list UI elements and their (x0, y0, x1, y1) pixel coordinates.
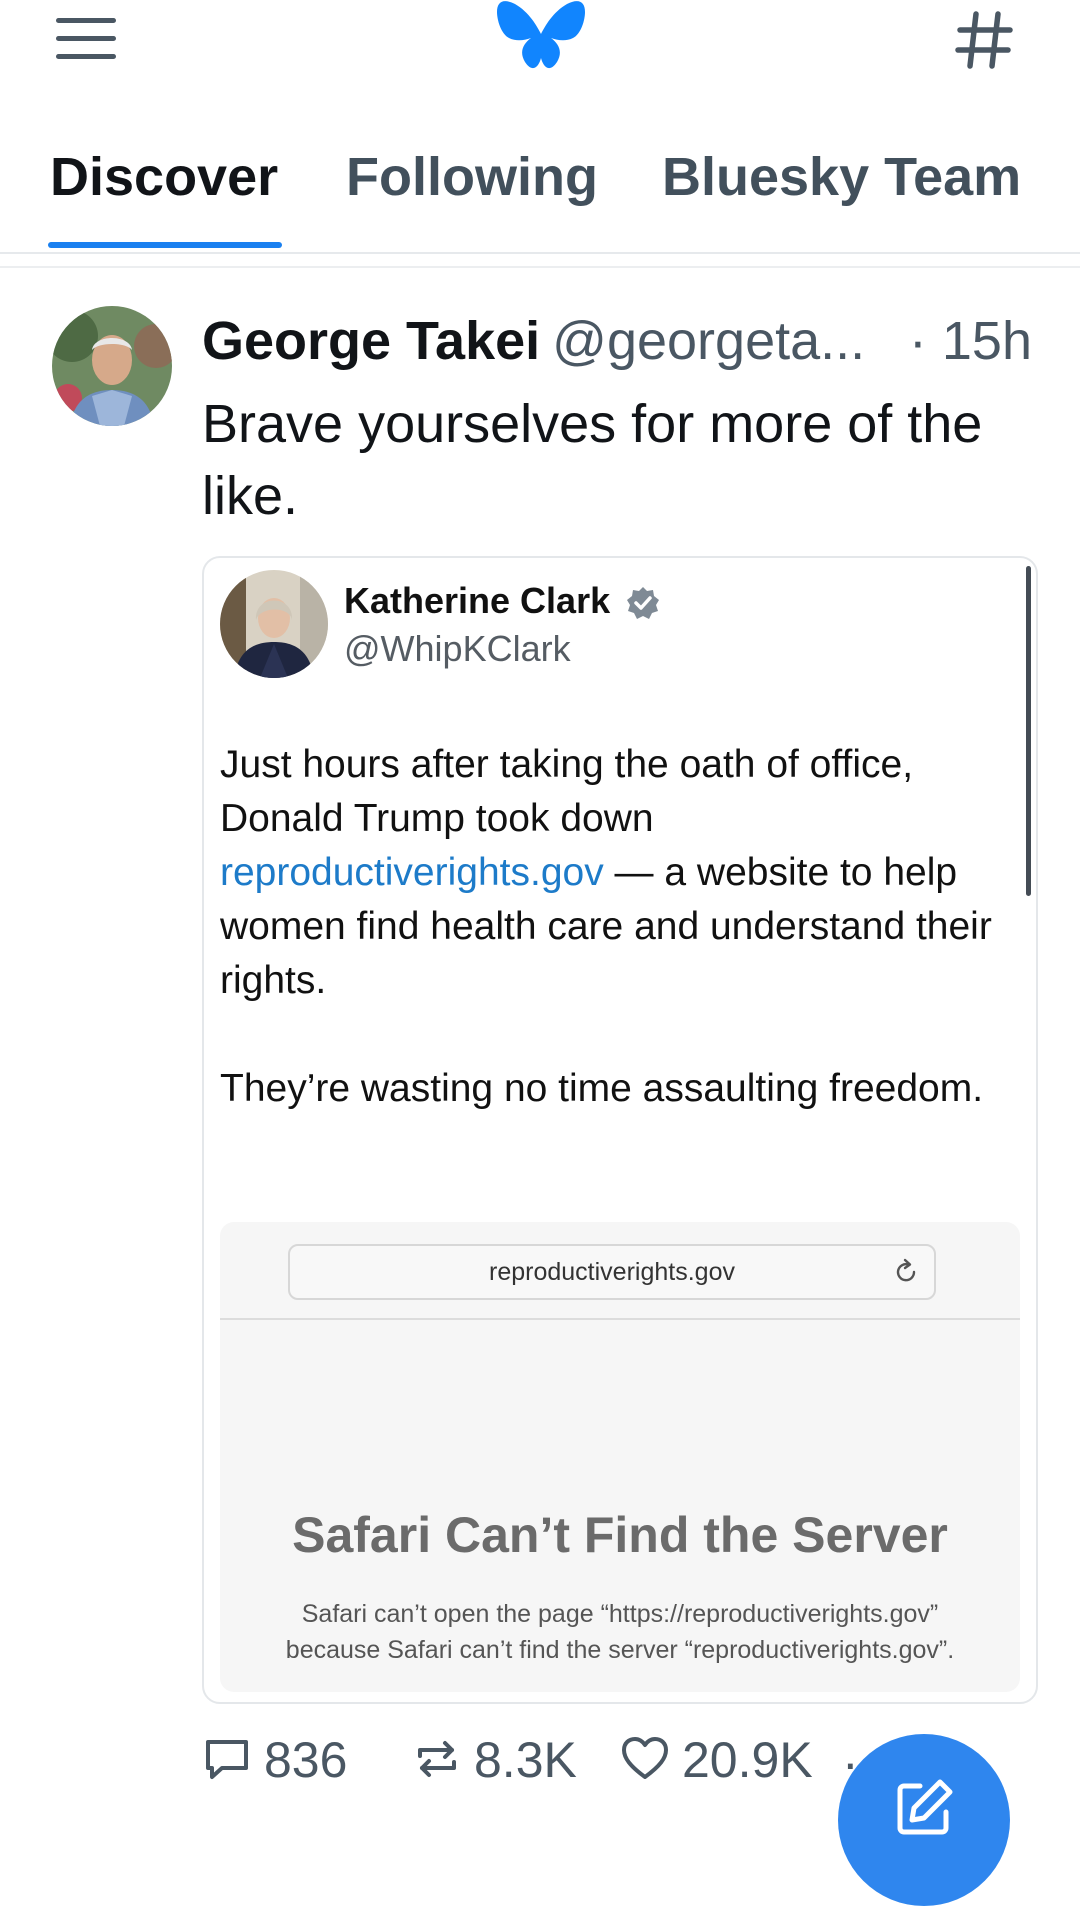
embedded-link: reproductiverights.gov (220, 851, 604, 894)
heart-icon (622, 1737, 668, 1779)
bluesky-butterfly-logo[interactable] (495, 0, 587, 80)
tab-following[interactable]: Following (346, 146, 598, 208)
embedded-tweet-text: Just hours after taking the oath of offi… (220, 743, 992, 1110)
author-handle[interactable]: @georgeta... (552, 311, 865, 371)
embedded-author-name: Katherine Clark (344, 580, 660, 622)
hamburger-menu-icon[interactable] (56, 14, 118, 64)
post-text: Brave yourselves for more of the like. (202, 394, 983, 526)
tab-bluesky-team[interactable]: Bluesky Team (662, 146, 1021, 208)
compose-pencil-icon (897, 1779, 953, 1835)
verified-badge-icon (627, 587, 660, 620)
reply-icon (206, 1740, 248, 1779)
tab-discover[interactable]: Discover (50, 146, 278, 208)
browser-address-bar: reproductiverights.gov (288, 1244, 936, 1300)
post-timestamp[interactable]: · 15h (909, 310, 1032, 372)
repost-icon (418, 1741, 456, 1777)
feed-tabs: Discover Following Bluesky Team (0, 110, 1080, 254)
reload-icon (896, 1258, 916, 1282)
divider (220, 1318, 1020, 1320)
error-message: Safari can’t open the page “https://repr… (285, 1600, 955, 1664)
avatar[interactable] (52, 306, 172, 426)
active-tab-indicator (48, 242, 282, 248)
embedded-image[interactable]: Katherine Clark @WhipKClark Just hours a… (202, 556, 1038, 1704)
compose-button[interactable] (838, 1734, 1010, 1906)
error-title: Safari Can’t Find the Server (292, 1507, 948, 1563)
author-name[interactable]: George Takei (202, 311, 540, 371)
scrollbar (1026, 566, 1031, 896)
embedded-avatar (220, 570, 328, 678)
embedded-author-handle: @WhipKClark (344, 628, 571, 669)
hashtag-icon[interactable] (952, 4, 1016, 74)
top-bar (0, 0, 1080, 110)
post-header: George Takei @georgeta... · 15h (202, 310, 1042, 380)
divider (0, 266, 1080, 268)
safari-error-screenshot: reproductiverights.gov Safari Can’t Find… (220, 1222, 1020, 1692)
